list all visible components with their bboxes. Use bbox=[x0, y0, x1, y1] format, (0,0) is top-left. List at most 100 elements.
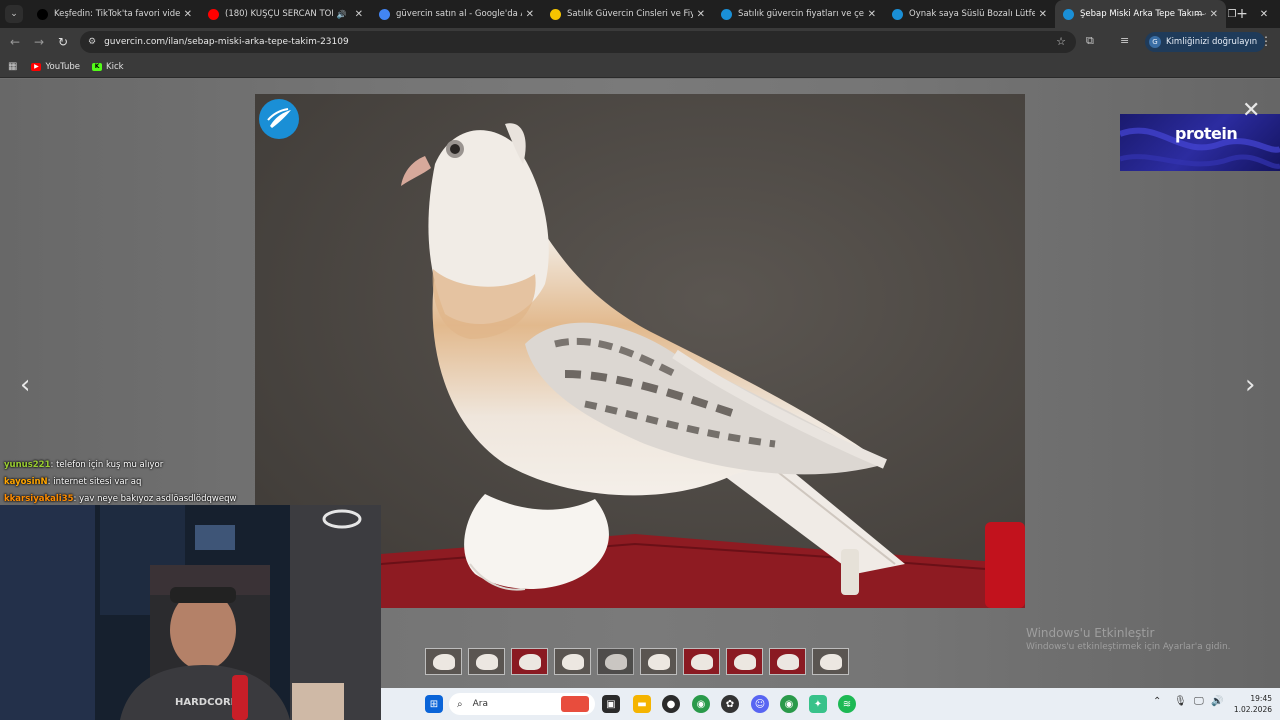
thumbnail-2[interactable] bbox=[511, 648, 548, 675]
webcam-feed: HARDCORE bbox=[0, 505, 381, 720]
thumbnail-pigeon bbox=[690, 653, 713, 670]
obs-icon[interactable]: ● bbox=[662, 695, 680, 713]
menu-icon[interactable]: ⋮ bbox=[1260, 34, 1272, 48]
next-image-icon[interactable]: › bbox=[1245, 370, 1255, 400]
back-icon[interactable]: ← bbox=[3, 30, 27, 54]
thumbnail-pigeon bbox=[432, 653, 455, 670]
spotify-icon[interactable]: ≋ bbox=[838, 695, 856, 713]
tab-4[interactable]: Satılık güvercin fiyatları ve çeşit... ✕ bbox=[713, 0, 884, 28]
chatgpt-icon[interactable]: ✿ bbox=[721, 695, 739, 713]
svg-text:HARDCORE: HARDCORE bbox=[175, 697, 238, 708]
tray-overflow-icon[interactable]: ⌃ bbox=[1153, 696, 1161, 707]
thumbnail-strip bbox=[425, 648, 849, 675]
minimize-icon[interactable]: — bbox=[1184, 0, 1216, 28]
thumbnail-4[interactable] bbox=[597, 648, 634, 675]
bookmarks-bar: ▦ ▶ YouTube K Kick bbox=[0, 56, 1280, 78]
guvercin-logo[interactable] bbox=[259, 99, 299, 139]
task-view-icon[interactable]: ▣ bbox=[602, 695, 620, 713]
guvercin-icon bbox=[892, 8, 903, 20]
bookmark-kick[interactable]: K Kick bbox=[92, 62, 124, 72]
google-icon bbox=[379, 8, 390, 20]
streamer-webcam: HARDCORE bbox=[0, 505, 381, 720]
kick-icon: K bbox=[92, 62, 103, 71]
chrome-icon[interactable]: ◉ bbox=[692, 695, 710, 713]
network-icon[interactable]: 🖵 bbox=[1194, 696, 1204, 707]
clock-date: 1.02.2026 bbox=[1233, 705, 1272, 714]
thumbnail-0[interactable] bbox=[425, 648, 462, 675]
tab-list: Keşfedin: TikTok'ta favori videol...✕(18… bbox=[29, 0, 1226, 28]
restore-icon[interactable]: ❐ bbox=[1216, 0, 1248, 28]
verify-identity-button[interactable]: G Kimliğinizi doğrulayın bbox=[1145, 32, 1266, 52]
thumbnail-3[interactable] bbox=[554, 648, 591, 675]
tab-5[interactable]: Oynak saya Süslü Bozalı Lütfen... ✕ bbox=[884, 0, 1055, 28]
search-icon: ⌕ bbox=[457, 698, 463, 710]
tab-search-icon[interactable]: ⌄ bbox=[5, 5, 23, 23]
tab-0[interactable]: Keşfedin: TikTok'ta favori videol... ✕ bbox=[29, 0, 200, 28]
address-bar[interactable]: ⚙ guvercin.com/ilan/sebap-miski-arka-tep… bbox=[80, 31, 1076, 53]
reload-icon[interactable]: ↻ bbox=[51, 30, 75, 54]
tab-strip: ⌄ Keşfedin: TikTok'ta favori videol...✕(… bbox=[0, 0, 1280, 28]
thumbnail-pigeon bbox=[604, 653, 627, 670]
bookmark-youtube[interactable]: ▶ YouTube bbox=[31, 62, 80, 72]
guvercin-logo-icon bbox=[267, 108, 291, 128]
thumbnail-7[interactable] bbox=[726, 648, 763, 675]
extensions-icon[interactable]: ⧉ bbox=[1086, 34, 1094, 48]
windows-activation-watermark: Windows'u Etkinleştir Windows'u etkinleş… bbox=[1026, 626, 1231, 652]
tab-close-icon[interactable]: ✕ bbox=[526, 9, 534, 20]
tiktok-icon bbox=[37, 8, 48, 20]
url-text[interactable]: guvercin.com/ilan/sebap-miski-arka-tepe-… bbox=[104, 37, 349, 47]
stream-chat: yunus221: telefon için kuş mu alıyor kayo… bbox=[4, 458, 236, 509]
tab-close-icon[interactable]: ✕ bbox=[184, 9, 192, 20]
chat-username: yunus221 bbox=[4, 460, 51, 470]
thumbnail-9[interactable] bbox=[812, 648, 849, 675]
media-control-icon[interactable]: ≡ bbox=[1120, 34, 1129, 47]
chat-text: : internet sitesi var aq bbox=[47, 477, 142, 487]
close-window-icon[interactable]: ✕ bbox=[1248, 0, 1280, 28]
bookmark-label: Kick bbox=[106, 61, 124, 72]
tab-audio-icon[interactable]: 🔊 bbox=[337, 10, 347, 19]
volume-icon[interactable]: 🔊 bbox=[1211, 696, 1223, 707]
thumbnail-6[interactable] bbox=[683, 648, 720, 675]
thumbnail-pigeon bbox=[776, 653, 799, 670]
taskbar-search-placeholder: Ara bbox=[472, 699, 488, 709]
profile-icon: G bbox=[1149, 36, 1161, 48]
chrome-profile-icon[interactable]: ◉ bbox=[780, 695, 798, 713]
forward-icon[interactable]: → bbox=[27, 30, 51, 54]
tab-3[interactable]: Satılık Güvercin Cinsleri ve Fiyatl... ✕ bbox=[542, 0, 713, 28]
clock-time: 19:45 bbox=[1250, 694, 1272, 703]
discord-icon[interactable]: ☺ bbox=[751, 695, 769, 713]
watermark-line-2: Windows'u etkinleştirmek için Ayarlar'a … bbox=[1026, 642, 1231, 652]
tab-title: (180) KUŞÇU SERCAN TOPÇ... bbox=[225, 9, 333, 19]
ad-text: protein bbox=[1175, 124, 1238, 143]
microphone-icon[interactable]: 🎙 bbox=[1174, 696, 1187, 707]
tab-close-icon[interactable]: ✕ bbox=[697, 9, 705, 20]
thumbnail-1[interactable] bbox=[468, 648, 505, 675]
guvercin-icon bbox=[1063, 8, 1074, 20]
close-lightbox-icon[interactable]: ✕ bbox=[1242, 98, 1260, 123]
tab-close-icon[interactable]: ✕ bbox=[355, 9, 363, 20]
file-explorer-icon[interactable]: ▬ bbox=[633, 695, 651, 713]
bookmark-label: YouTube bbox=[45, 61, 81, 72]
window-controls: — ❐ ✕ bbox=[1184, 0, 1280, 28]
taskbar-clock[interactable]: 19:45 1.02.2026 bbox=[1230, 693, 1272, 715]
tab-1[interactable]: (180) KUŞÇU SERCAN TOPÇ... 🔊 ✕ bbox=[200, 0, 371, 28]
tab-close-icon[interactable]: ✕ bbox=[868, 9, 876, 20]
app-icon[interactable]: ✦ bbox=[809, 695, 827, 713]
tab-2[interactable]: güvercin satın al - Google'da Ara... ✕ bbox=[371, 0, 542, 28]
taskbar-search[interactable]: ⌕ Ara bbox=[449, 693, 595, 715]
toolbar: ← → ↻ ⚙ guvercin.com/ilan/sebap-miski-ar… bbox=[0, 28, 1280, 56]
youtube-icon: ▶ bbox=[31, 62, 42, 71]
tab-title: Keşfedin: TikTok'ta favori videol... bbox=[54, 9, 180, 19]
thumbnail-8[interactable] bbox=[769, 648, 806, 675]
site-info-icon[interactable]: ⚙ bbox=[88, 37, 96, 47]
previous-image-icon[interactable]: ‹ bbox=[20, 370, 30, 400]
youtube-icon bbox=[208, 8, 219, 20]
apps-grid-icon[interactable]: ▦ bbox=[8, 61, 17, 72]
verify-identity-label: Kimliğinizi doğrulayın bbox=[1166, 37, 1258, 47]
chat-text: : yav neye bakıyoz asdlöasdlödqweqw bbox=[73, 494, 237, 504]
thumbnail-5[interactable] bbox=[640, 648, 677, 675]
bookmark-star-icon[interactable]: ☆ bbox=[1056, 35, 1066, 48]
windows-start-icon[interactable]: ⊞ bbox=[425, 695, 443, 713]
tab-close-icon[interactable]: ✕ bbox=[1039, 9, 1047, 20]
chat-text: : telefon için kuş mu alıyor bbox=[50, 460, 164, 470]
